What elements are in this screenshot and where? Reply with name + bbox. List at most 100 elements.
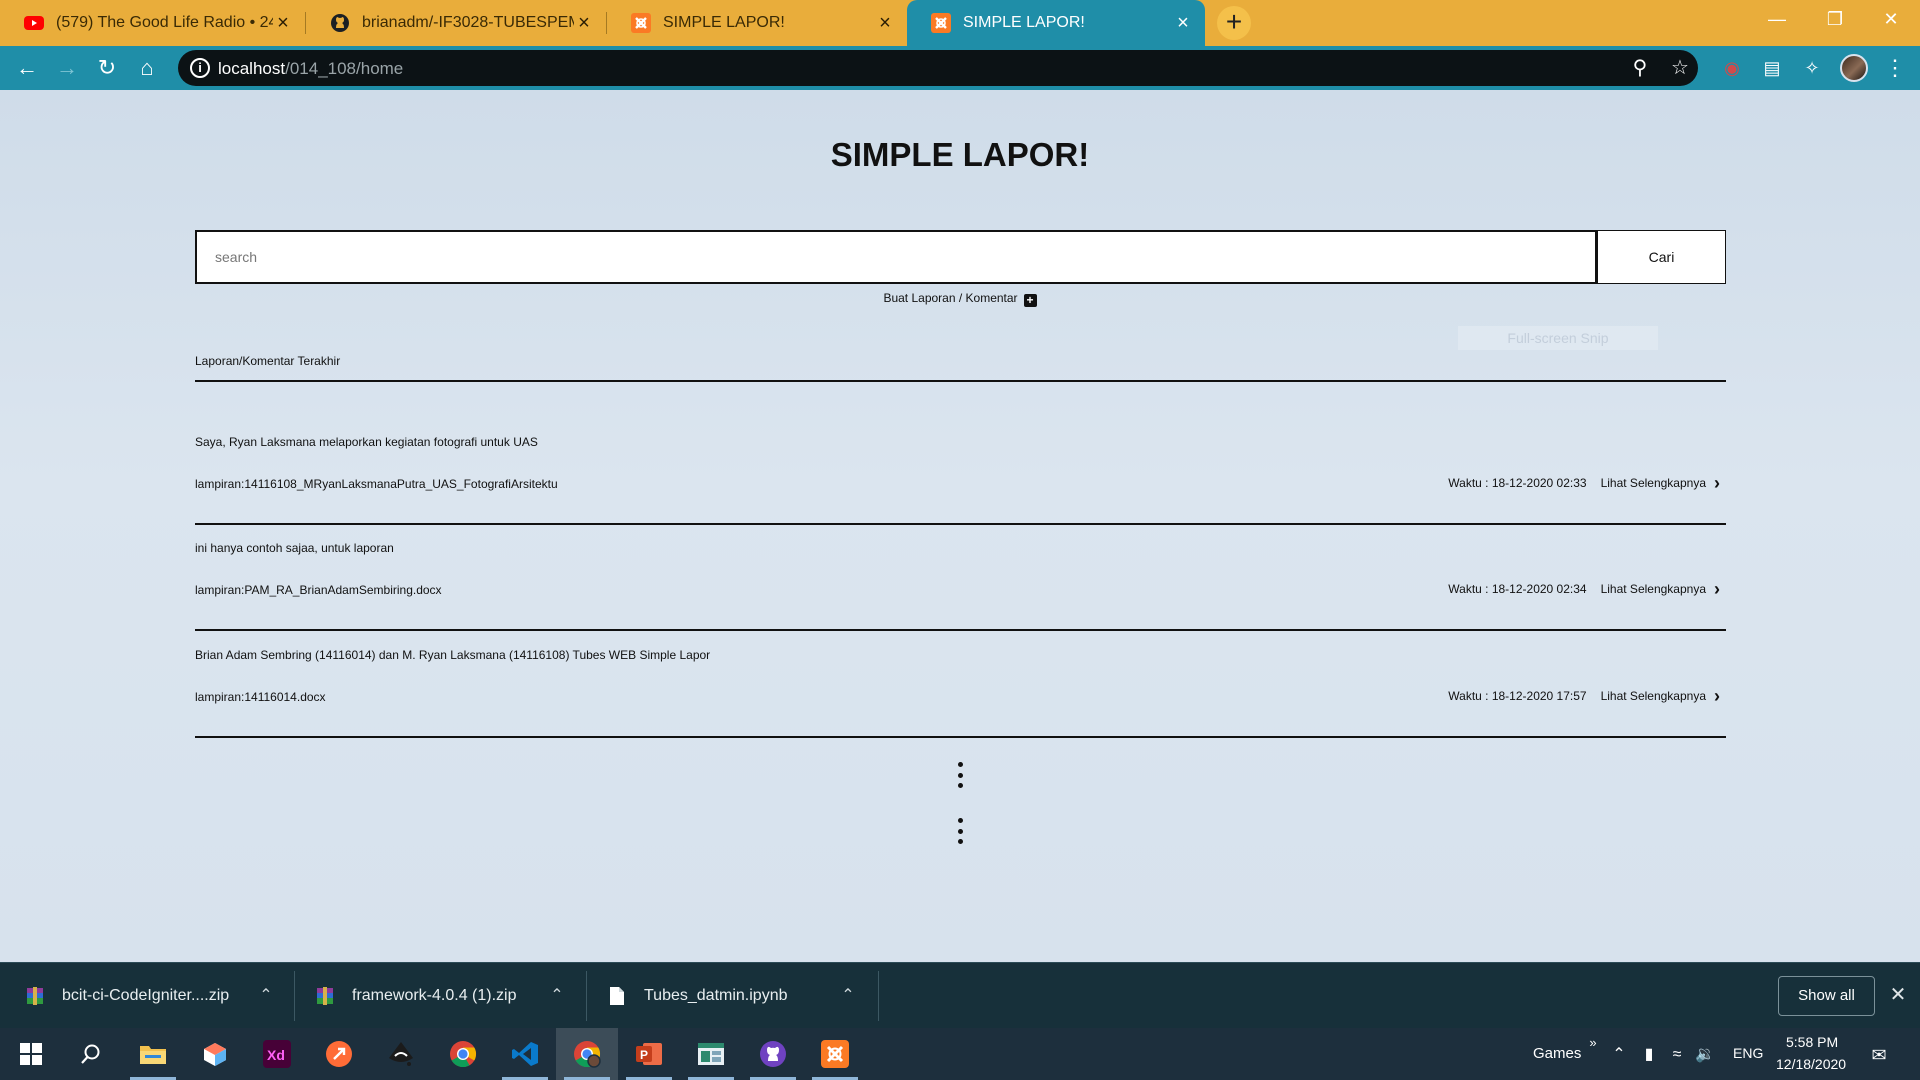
see-more-link[interactable]: Lihat Selengkapnya › (1600, 473, 1726, 493)
xampp-icon[interactable] (804, 1028, 866, 1080)
section-title: Laporan/Komentar Terakhir (195, 354, 341, 368)
postman-icon[interactable] (308, 1028, 370, 1080)
report-text: Saya, Ryan Laksmana melaporkan kegiatan … (195, 435, 538, 449)
chrome-profile-icon[interactable] (556, 1028, 618, 1080)
report-attachment[interactable]: lampiran:PAM_RA_BrianAdamSembiring.docx (195, 583, 442, 597)
browser-tab-strip: (579) The Good Life Radio • 24/7 × brian… (0, 0, 1920, 46)
home-button[interactable]: ⌂ (132, 53, 162, 83)
back-button[interactable]: ← (12, 53, 42, 83)
snip-overlay-hint: Full-screen Snip (1458, 326, 1658, 350)
inkscape-icon[interactable] (370, 1028, 432, 1080)
browser-menu-icon[interactable]: ⋮ (1884, 54, 1906, 82)
clock-date[interactable]: 12/18/2020 (1776, 1056, 1846, 1072)
adobe-xd-icon[interactable]: Xd (246, 1028, 308, 1080)
search-icon[interactable] (60, 1028, 122, 1080)
report-attachment[interactable]: lampiran:14116014.docx (195, 690, 326, 704)
powerpoint-icon[interactable]: P (618, 1028, 680, 1080)
winrar-archive-icon (24, 985, 46, 1007)
calculator-app-icon[interactable] (680, 1028, 742, 1080)
address-url[interactable]: localhost/014_108/home (218, 59, 403, 79)
report-attachment[interactable]: lampiran:14116108_MRyanLaksmanaPutra_UAS… (195, 477, 558, 491)
report-text: Brian Adam Sembring (14116014) dan M. Ry… (195, 648, 711, 662)
extension-clipboard-icon[interactable]: ▤ (1760, 56, 1784, 80)
site-info-icon[interactable]: i (190, 58, 210, 78)
chrome-icon[interactable] (432, 1028, 494, 1080)
github-desktop-icon[interactable] (742, 1028, 804, 1080)
download-separator (878, 971, 879, 1021)
chevron-right-icon: › (1714, 473, 1720, 493)
extension-blocker-icon[interactable]: ◉ (1720, 56, 1744, 80)
language-indicator[interactable]: ENG (1733, 1045, 1763, 1061)
bookmark-star-icon[interactable]: ☆ (1668, 56, 1692, 80)
create-report-link[interactable]: Buat Laporan / Komentar + (0, 291, 1920, 307)
close-icon[interactable]: ✕ (1888, 983, 1908, 1007)
create-report-label: Buat Laporan / Komentar (883, 291, 1018, 305)
report-item: Saya, Ryan Laksmana melaporkan kegiatan … (195, 435, 1726, 525)
search-input[interactable] (195, 230, 1597, 284)
download-item[interactable]: bcit-ci-CodeIgniter....zip ⌃ (24, 963, 274, 1029)
download-filename: Tubes_datmin.ipynb (644, 987, 788, 1004)
tab-github-repo[interactable]: brianadm/-IF3028-TUBESPEMWE × (306, 0, 606, 46)
download-filename: framework-4.0.4 (1).zip (352, 987, 517, 1004)
close-icon[interactable]: × (1173, 12, 1193, 35)
chevron-up-icon[interactable]: ⌃ (256, 985, 276, 1005)
games-label[interactable]: Games (1533, 1045, 1581, 1062)
search-form: Cari (195, 230, 1726, 284)
download-separator (586, 971, 587, 1021)
windows-start-icon[interactable] (0, 1028, 62, 1080)
new-tab-button[interactable]: + (1217, 6, 1251, 40)
restore-button[interactable]: ❐ (1806, 0, 1864, 38)
see-more-label: Lihat Selengkapnya (1600, 476, 1706, 490)
chevron-up-icon[interactable]: ⌃ (547, 985, 567, 1005)
xampp-icon (631, 13, 651, 33)
download-shelf: bcit-ci-CodeIgniter....zip ⌃ framework-4… (0, 962, 1920, 1028)
download-separator (294, 971, 295, 1021)
show-all-downloads-button[interactable]: Show all (1778, 976, 1875, 1016)
double-chevron-icon[interactable]: » (1582, 1032, 1604, 1054)
download-item[interactable]: framework-4.0.4 (1).zip ⌃ (314, 963, 574, 1029)
see-more-label: Lihat Selengkapnya (1600, 582, 1706, 596)
close-icon[interactable]: × (875, 12, 895, 35)
more-vertical-icon[interactable] (952, 818, 968, 844)
chevron-up-icon[interactable]: ⌃ (838, 985, 858, 1005)
paint-3d-icon[interactable] (184, 1028, 246, 1080)
section-divider (195, 380, 1726, 382)
close-icon[interactable]: × (273, 12, 293, 35)
file-explorer-icon[interactable] (122, 1028, 184, 1080)
browser-toolbar: ← → ↻ ⌂ i localhost/014_108/home ⚲ ☆ ◉ ▤… (0, 46, 1920, 90)
page-title: SIMPLE LAPOR! (830, 136, 1090, 173)
youtube-icon (24, 13, 44, 33)
more-vertical-icon[interactable] (952, 762, 968, 788)
vs-code-icon[interactable] (494, 1028, 556, 1080)
chevron-up-icon[interactable]: ⌃ (1608, 1044, 1630, 1066)
report-text: ini hanya contoh sajaa, untuk laporan (195, 541, 394, 555)
xampp-icon (931, 13, 951, 33)
wifi-icon[interactable]: ≈ (1666, 1044, 1688, 1066)
tab-youtube-radio[interactable]: (579) The Good Life Radio • 24/7 × (0, 0, 305, 46)
see-more-link[interactable]: Lihat Selengkapnya › (1600, 580, 1726, 598)
profile-avatar[interactable] (1840, 54, 1868, 82)
file-icon (606, 985, 628, 1007)
battery-icon[interactable]: ▮ (1638, 1044, 1660, 1066)
reload-button[interactable]: ↻ (92, 53, 122, 83)
zoom-icon[interactable]: ⚲ (1628, 56, 1652, 80)
minimize-button[interactable]: — (1748, 0, 1806, 38)
volume-icon[interactable]: 🔉 (1694, 1044, 1716, 1066)
clock-time[interactable]: 5:58 PM (1786, 1034, 1838, 1050)
forward-button[interactable]: → (52, 53, 82, 83)
see-more-link[interactable]: Lihat Selengkapnya › (1601, 686, 1726, 706)
report-time: Waktu : 18-12-2020 17:57 (1448, 689, 1587, 703)
close-icon[interactable]: × (574, 12, 594, 35)
tab-simple-lapor[interactable]: SIMPLE LAPOR! × (607, 0, 907, 46)
extensions-puzzle-icon[interactable]: ✧ (1800, 56, 1824, 80)
window-close-button[interactable]: ✕ (1862, 0, 1920, 38)
search-button[interactable]: Cari (1597, 230, 1726, 284)
tab-title: SIMPLE LAPOR! (963, 14, 1085, 31)
notification-center-icon[interactable]: ✉ (1868, 1044, 1890, 1066)
address-bar[interactable]: i localhost/014_108/home ⚲ ☆ (178, 50, 1698, 86)
tab-title: brianadm/-IF3028-TUBESPEMWE (362, 14, 574, 31)
download-item[interactable]: Tubes_datmin.ipynb ⌃ (606, 963, 876, 1029)
tab-simple-lapor-active[interactable]: SIMPLE LAPOR! × (907, 0, 1205, 46)
chevron-right-icon: › (1714, 686, 1720, 706)
report-meta: Waktu : 18-12-2020 02:33 Lihat Selengkap… (1448, 473, 1726, 493)
